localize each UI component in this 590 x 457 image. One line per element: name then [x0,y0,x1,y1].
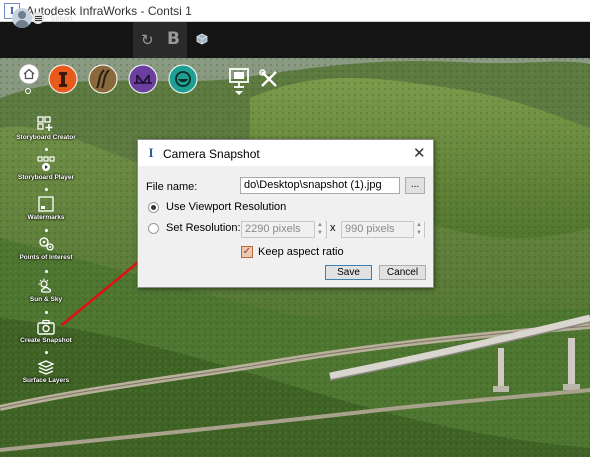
dialog-app-icon: I [148,145,154,160]
keep-aspect-checkbox[interactable]: ✓ [241,246,253,258]
height-stepper[interactable]: ▲ ▼ [413,221,424,238]
close-icon[interactable]: ✕ [413,144,426,162]
file-name-field[interactable]: do\Desktop\snapshot (1).jpg [240,177,400,194]
set-resolution-label: Set Resolution: [166,222,241,234]
dialog-title: Camera Snapshot [163,147,260,161]
keep-aspect-label: Keep aspect ratio [258,246,344,258]
save-button[interactable]: Save [325,265,372,280]
viewport-resolution-label: Use Viewport Resolution [166,201,287,213]
width-stepper[interactable]: ▲ ▼ [314,221,325,238]
set-resolution-radio[interactable] [148,223,159,234]
times-label: x [330,222,336,234]
camera-snapshot-dialog: I Camera Snapshot ✕ File name: do\Deskto… [137,139,434,288]
file-name-label: File name: [146,181,198,193]
cancel-button[interactable]: Cancel [379,265,426,280]
viewport-resolution-radio[interactable] [148,202,159,213]
browse-button[interactable]: ... [405,177,425,194]
